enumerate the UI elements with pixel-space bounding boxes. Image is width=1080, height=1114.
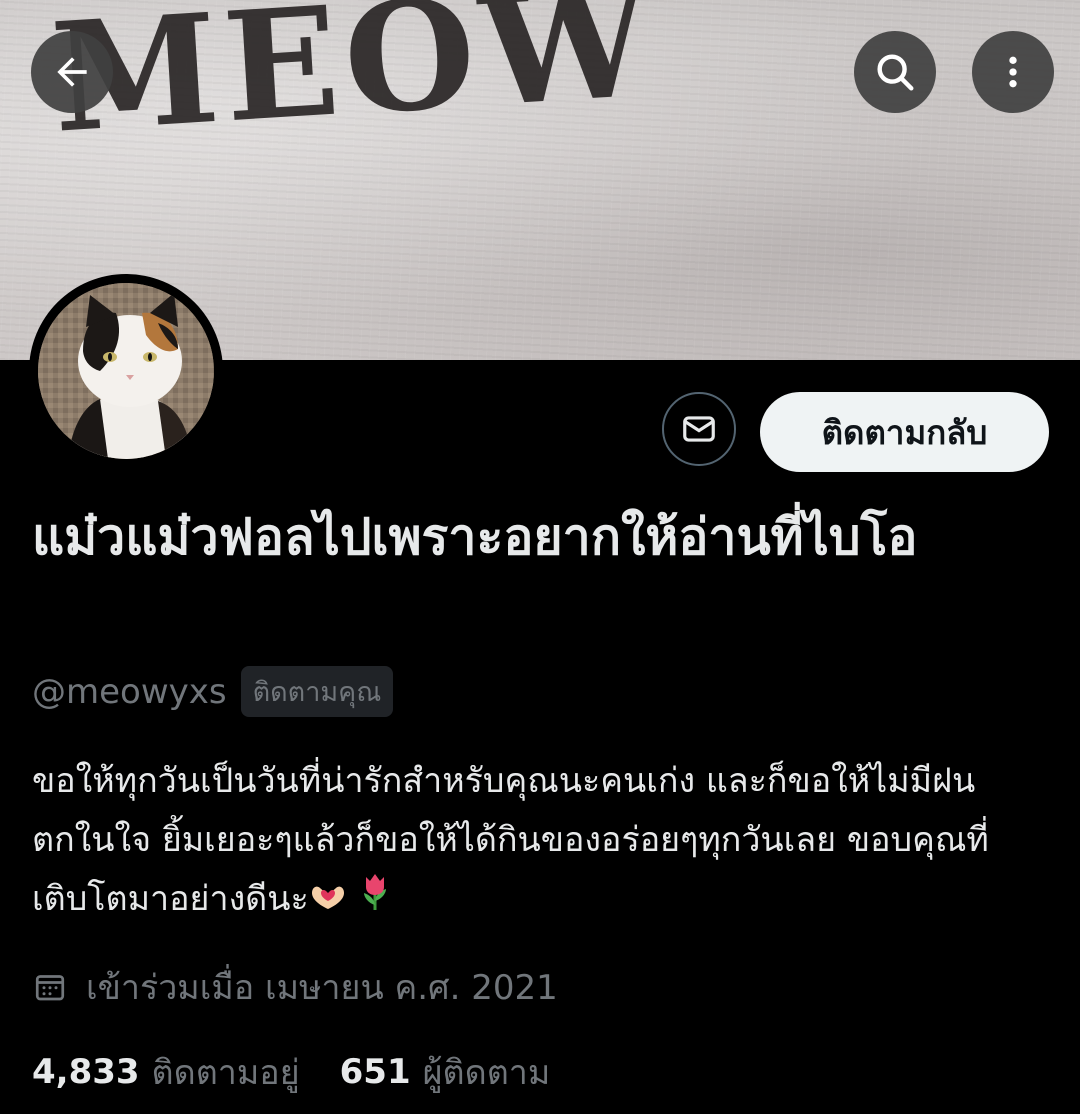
avatar-image [38,283,214,459]
search-icon [877,54,914,91]
profile-bio: ขอให้ทุกวันเป็นวันที่น่ารักสำหรับคุณนะคน… [32,752,1042,930]
following-link[interactable]: 4,833 ติดตามอยู่ [32,1045,300,1099]
joined-date-row: เข้าร่วมเมื่อ เมษายน ค.ศ. 2021 [32,960,558,1014]
joined-date-text: เข้าร่วมเมื่อ เมษายน ค.ศ. 2021 [86,968,558,1008]
more-vertical-icon [1009,56,1017,88]
cat-avatar-icon [38,283,214,459]
message-button[interactable] [662,392,736,466]
followers-label: ผู้ติดตาม [422,1053,551,1093]
follow-stats: 4,833 ติดตามอยู่ 651 ผู้ติดตาม [32,1045,590,1099]
following-label: ติดตามอยู่ [151,1053,300,1093]
display-name: แม๋วแม๋วฟอลไปเพราะอยากให้อ่านที่ไบโอ [32,508,918,566]
follow-back-button[interactable]: ติดตามกลับ [760,392,1049,472]
heart-hands-icon [309,871,347,930]
calendar-icon [35,975,65,1001]
arrow-left-icon [57,57,87,87]
followers-count: 651 [339,1052,411,1092]
banner-text: MEOW [47,0,661,167]
tulip-icon [358,871,392,930]
avatar[interactable] [29,274,223,468]
handle-row: @meowyxs ติดตามคุณ [32,666,394,717]
envelope-icon [683,416,715,442]
username-handle: @meowyxs [32,671,227,712]
back-button[interactable] [31,31,113,113]
following-count: 4,833 [32,1052,140,1092]
followers-link[interactable]: 651 ผู้ติดตาม [340,1045,551,1099]
bio-text: ขอให้ทุกวันเป็นวันที่น่ารักสำหรับคุณนะคน… [32,761,989,919]
more-options-button[interactable] [972,31,1054,113]
follows-you-badge: ติดตามคุณ [240,666,394,717]
search-button[interactable] [854,31,936,113]
